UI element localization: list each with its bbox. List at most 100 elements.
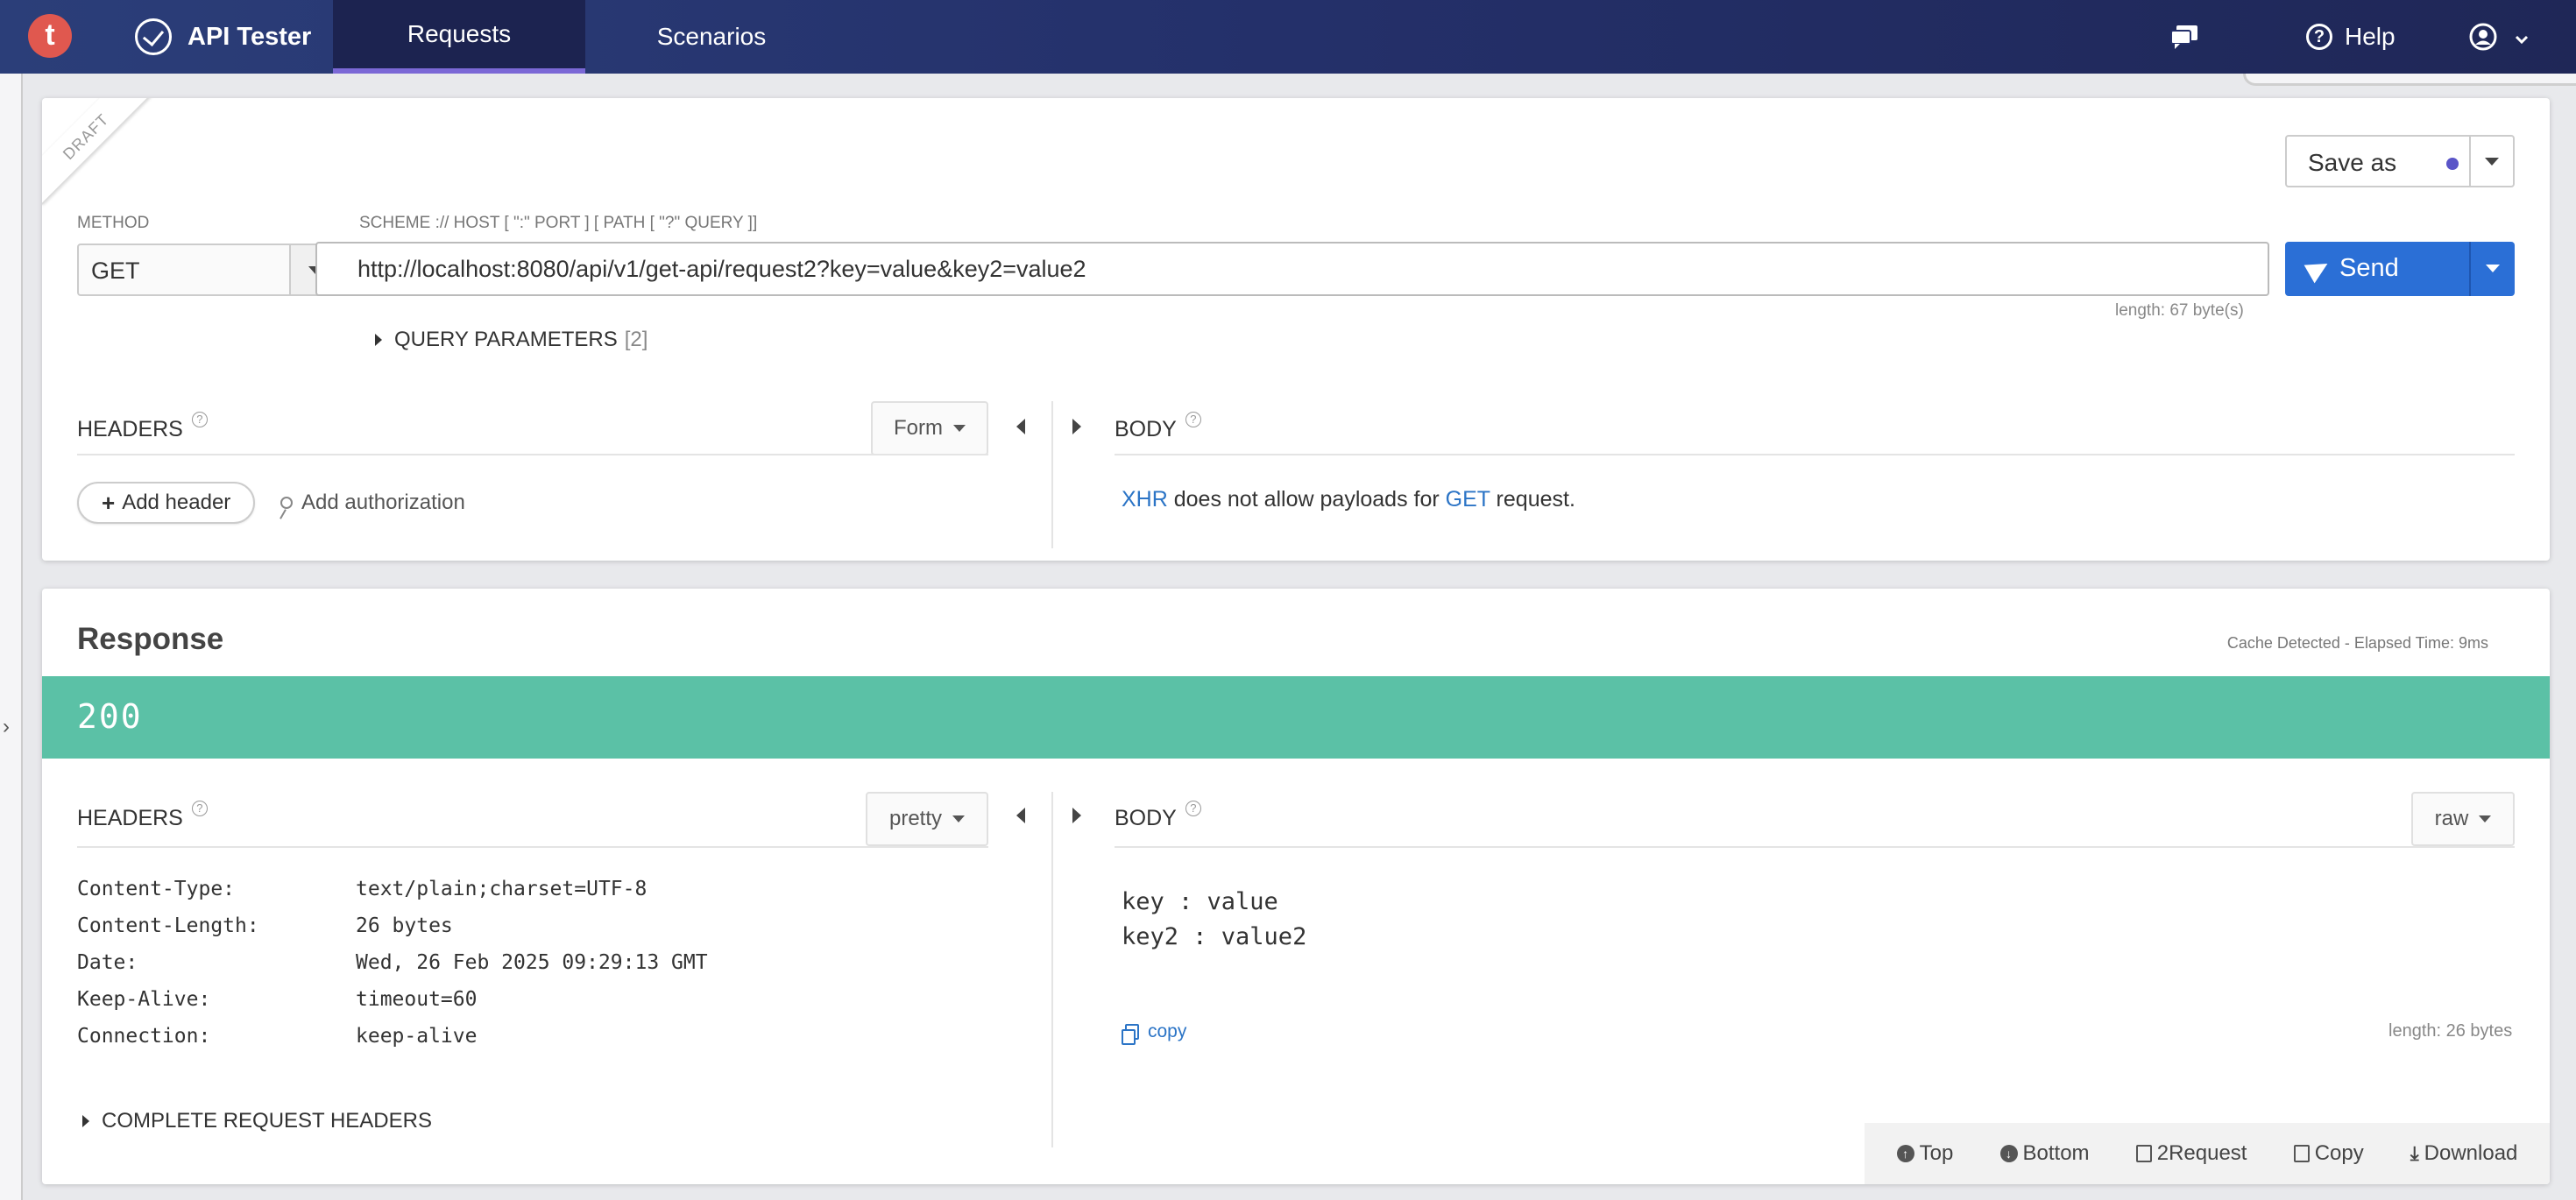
header-key: Content-Length: xyxy=(77,914,259,937)
url-length: length: 67 byte(s) xyxy=(2115,301,2244,320)
send-label: Send xyxy=(2339,254,2399,282)
help-icon[interactable]: ? xyxy=(1185,801,1201,816)
save-as-button[interactable]: Save as xyxy=(2285,135,2515,187)
app-name: API Tester xyxy=(188,22,312,51)
response-body-content[interactable]: key : value key2 : value2 xyxy=(1122,885,1306,955)
complete-request-headers-label: COMPLETE REQUEST HEADERS xyxy=(102,1109,432,1133)
body-length: length: 26 bytes xyxy=(2388,1021,2513,1041)
table-row: Content-Length: 26 bytes xyxy=(77,914,708,951)
send-dropdown[interactable] xyxy=(2469,242,2515,296)
help-icon[interactable]: ? xyxy=(191,412,208,427)
tab-requests[interactable]: Requests xyxy=(333,0,585,74)
divider xyxy=(1115,454,2515,455)
body-message-text: does not allow payloads for xyxy=(1167,487,1446,512)
response-body-title: BODY ? xyxy=(1115,801,1201,831)
download-button[interactable]: ⤓ Download xyxy=(2410,1141,2517,1166)
add-header-label: Add header xyxy=(122,491,231,514)
paper-plane-icon xyxy=(2304,254,2333,283)
get-link[interactable]: GET xyxy=(1446,487,1490,512)
add-authorization-link[interactable]: Add authorization xyxy=(280,491,465,515)
save-as-dropdown[interactable] xyxy=(2469,137,2513,186)
chat-button[interactable] xyxy=(2169,0,2199,74)
save-as-label: Save as xyxy=(2308,149,2397,176)
headers-mode-dropdown[interactable]: Form xyxy=(871,401,988,455)
chevron-down-icon xyxy=(2515,23,2529,51)
copy-body-link[interactable]: copy xyxy=(1122,1021,1187,1045)
collapse-right-icon[interactable] xyxy=(1072,808,1081,823)
to-request-button[interactable]: 2Request xyxy=(2135,1141,2247,1166)
scroll-bottom-button[interactable]: ↓ Bottom xyxy=(1999,1141,2090,1166)
arrow-up-circle-icon: ↑ xyxy=(1896,1145,1914,1162)
copy-response-button[interactable]: Copy xyxy=(2293,1141,2364,1166)
tab-scenarios[interactable]: Scenarios xyxy=(585,0,838,74)
copy-label: copy xyxy=(1148,1021,1187,1041)
collapse-left-icon[interactable] xyxy=(1016,808,1025,823)
download-icon: ⤓ xyxy=(2410,1142,2419,1164)
url-input[interactable]: http://localhost:8080/api/v1/get-api/req… xyxy=(315,242,2269,296)
header-value: keep-alive xyxy=(356,1025,478,1048)
copy-icon xyxy=(2293,1145,2310,1162)
response-headers-table: Content-Type: text/plain;charset=UTF-8 Co… xyxy=(77,878,708,1062)
response-headers-label: HEADERS xyxy=(77,806,183,830)
body-message-end: request. xyxy=(1490,487,1575,512)
caret-down-icon xyxy=(2485,158,2499,166)
chat-icon xyxy=(2170,25,2197,49)
collapse-right-icon[interactable] xyxy=(1072,419,1081,434)
complete-request-headers-toggle[interactable]: COMPLETE REQUEST HEADERS xyxy=(82,1109,432,1133)
table-row: Content-Type: text/plain;charset=UTF-8 xyxy=(77,878,708,914)
response-panel: Response Cache Detected - Elapsed Time: … xyxy=(42,589,2550,1184)
help-button[interactable]: ? Help xyxy=(2306,0,2396,74)
body-format-value: raw xyxy=(2434,807,2469,830)
xhr-link[interactable]: XHR xyxy=(1122,487,1168,512)
response-title: Response xyxy=(77,622,224,656)
query-parameters-toggle[interactable]: QUERY PARAMETERS [2] xyxy=(375,328,648,352)
body-format-dropdown[interactable]: raw xyxy=(2411,792,2515,846)
response-headers-title: HEADERS ? xyxy=(77,801,208,831)
help-icon[interactable]: ? xyxy=(1185,412,1201,427)
cache-elapsed-note: Cache Detected - Elapsed Time: 9ms xyxy=(2226,634,2488,652)
top-navbar: t API Tester Requests Scenarios ? Help xyxy=(0,0,2576,74)
request-panel: DRAFT METHOD GET SCHEME :// HOST [ ":" P… xyxy=(42,98,2550,561)
arrow-down-circle-icon: ↓ xyxy=(1999,1145,2018,1162)
header-key: Date: xyxy=(77,951,138,974)
download-label: Download xyxy=(2424,1141,2518,1165)
caret-down-icon xyxy=(953,425,966,432)
scroll-top-button[interactable]: ↑ Top xyxy=(1896,1141,1953,1166)
collapse-left-icon[interactable] xyxy=(1016,419,1025,434)
left-collapse-gutter[interactable]: › xyxy=(0,74,23,1200)
add-authorization-label: Add authorization xyxy=(301,491,465,514)
method-select[interactable]: GET xyxy=(77,244,340,296)
caret-down-icon xyxy=(952,815,966,822)
brand[interactable]: API Tester xyxy=(135,0,311,74)
table-row: Date: Wed, 26 Feb 2025 09:29:13 GMT xyxy=(77,951,708,988)
to-request-label: 2Request xyxy=(2156,1141,2247,1165)
send-button[interactable]: Send xyxy=(2285,242,2515,296)
user-menu[interactable] xyxy=(2469,0,2529,74)
method-label: METHOD xyxy=(77,214,150,232)
request-headers-title: HEADERS ? xyxy=(77,412,208,442)
chevron-right-icon: › xyxy=(3,715,10,738)
help-icon[interactable]: ? xyxy=(191,801,208,816)
request-body-label: BODY xyxy=(1115,417,1177,441)
divider xyxy=(77,846,988,848)
method-value: GET xyxy=(91,258,140,284)
pane-divider[interactable] xyxy=(1051,792,1053,1147)
bottom-label: Bottom xyxy=(2022,1141,2090,1165)
response-action-bar: ↑ Top ↓ Bottom 2Request Copy ⤓ Download xyxy=(1865,1123,2550,1184)
status-code: 200 xyxy=(77,697,143,736)
request-body-title: BODY ? xyxy=(1115,412,1201,442)
headers-format-dropdown[interactable]: pretty xyxy=(866,792,988,846)
request-headers-label: HEADERS xyxy=(77,417,183,441)
pane-divider[interactable] xyxy=(1051,401,1053,548)
header-value: text/plain;charset=UTF-8 xyxy=(356,878,648,900)
header-key: Content-Type: xyxy=(77,878,236,900)
check-circle-icon xyxy=(135,18,172,55)
app-logo[interactable]: t xyxy=(28,14,72,58)
unsaved-dot-icon xyxy=(2446,158,2459,170)
header-value: 26 bytes xyxy=(356,914,453,937)
body-line: key2 : value2 xyxy=(1122,923,1307,950)
add-header-button[interactable]: + Add header xyxy=(77,482,256,524)
header-key: Keep-Alive: xyxy=(77,988,211,1011)
divider xyxy=(77,454,988,455)
clipboard-icon xyxy=(2135,1145,2152,1162)
